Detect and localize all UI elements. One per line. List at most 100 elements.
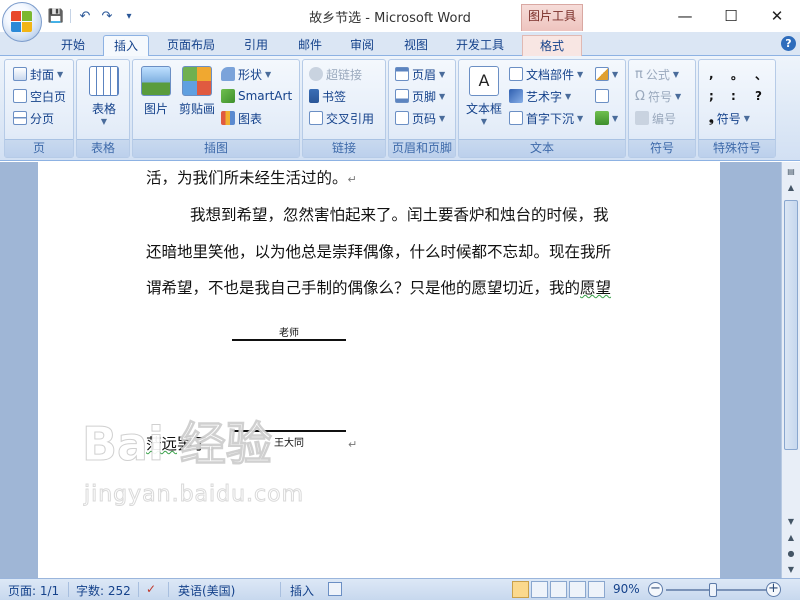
zoom-slider-thumb[interactable] [708,583,717,597]
cover-page-button[interactable]: 封面 ▼ [13,64,63,84]
symbol-button[interactable]: Ω 符号 ▼ [635,86,681,106]
special-symbol-comma[interactable]: , [709,64,714,84]
proofing-icon[interactable]: ✓ [146,582,156,596]
group-tables-label: 表格 [77,139,129,157]
textbox-button[interactable]: A 文本框 ▼ [463,66,505,126]
full-screen-reading-view-button[interactable] [531,581,548,598]
print-layout-view-button[interactable] [512,581,529,598]
zoom-slider-track[interactable] [666,589,770,591]
paragraph-mark-last: ↵ [348,438,358,451]
smartart-button[interactable]: SmartArt [221,86,292,106]
help-icon[interactable]: ? [781,36,796,51]
chart-button[interactable]: 图表 [221,108,262,128]
office-button[interactable] [2,2,42,42]
zoom-in-icon[interactable]: + [766,582,781,597]
page-number-button[interactable]: 页码 ▼ [395,108,445,128]
group-text: A 文本框 ▼ 文档部件 ▼ 艺术字 ▼ 首字下沉 ▼ ▼ ▼ 文本 [458,59,626,158]
insert-mode-status[interactable]: 插入 [290,582,314,599]
last-line-text: 罢了。 [177,435,224,453]
previous-page-icon[interactable]: ▲ [783,530,799,545]
scrollbar-thumb[interactable] [784,200,798,450]
special-symbol-colon[interactable]: : [731,86,736,106]
tab-view[interactable]: 视图 [394,35,438,56]
undo-icon[interactable]: ↶ [77,8,93,24]
omega-icon: Ω [635,88,645,104]
fill-in-label-teacher: 老师 [279,328,299,339]
blank-page-button[interactable]: 空白页 [13,86,66,106]
hyperlink-button[interactable]: 超链接 [309,64,362,84]
smartart-icon [221,89,235,103]
picture-icon [141,66,171,96]
text-line-1: 我想到希望，忽然害怕起来了。闰土要香炉和烛台的时候，我 [190,206,609,224]
special-symbol-period[interactable]: 。 [731,64,743,84]
wordart-button[interactable]: 艺术字 ▼ [509,86,571,106]
group-special-symbols: , 。 、 ; : ? ❟ 符号 ▼ 特殊符号 [698,59,776,158]
page-number-label: 页码 [412,111,437,126]
page-break-button[interactable]: 分页 [13,108,54,128]
close-button[interactable]: ✕ [754,4,800,28]
document-page[interactable]: 活，为我们所未经生活过的。↵ 我想到希望，忽然害怕起来了。闰土要香炉和烛台的时候… [38,162,720,578]
tab-page-layout[interactable]: 页面布局 [158,35,224,56]
zoom-level[interactable]: 90% [613,582,640,596]
vertical-scrollbar[interactable]: ▤ ▲ ▼ ▲ ● ▼ [781,162,800,578]
text-line-2: 还暗地里笑他，以为他总是崇拜偶像，什么时候都不忘却。现在我所 [146,243,612,261]
customize-qat-icon[interactable]: ▾ [121,8,137,24]
bookmark-button[interactable]: 书签 [309,86,346,106]
equation-button[interactable]: π 公式 ▼ [635,64,679,84]
clipart-button[interactable]: 剪贴画 [177,66,217,117]
paragraph-mark: ↵ [347,173,357,186]
line3-text: 谓希望，不也是我自己手制的偶像么？只是他的愿望切近，我的 [146,279,581,297]
tab-format[interactable]: 格式 [522,35,582,56]
tab-home[interactable]: 开始 [50,35,96,56]
select-browse-object-icon[interactable]: ● [783,546,799,561]
web-layout-view-button[interactable] [550,581,567,598]
date-time-button[interactable] [595,86,609,106]
drop-cap-button[interactable]: 首字下沉 ▼ [509,108,583,128]
maximize-button[interactable]: ☐ [708,4,754,28]
special-symbol-enumeration-comma[interactable]: 、 [755,64,767,84]
hyperlink-label: 超链接 [326,67,363,82]
picture-button[interactable]: 图片 [139,66,173,117]
ruler-toggle-icon[interactable]: ▤ [783,164,799,179]
redo-icon[interactable]: ↷ [99,8,115,24]
scroll-down-icon[interactable]: ▼ [783,514,799,529]
page-count-status[interactable]: 页面: 1/1 [8,582,59,599]
table-button[interactable]: 表格 ▼ [86,66,122,126]
tab-references[interactable]: 引用 [234,35,278,56]
footer-icon [395,89,409,103]
insert-object-button[interactable]: ▼ [595,108,618,128]
language-status[interactable]: 英语(美国) [178,582,235,599]
cross-reference-button[interactable]: 交叉引用 [309,108,374,128]
macro-record-icon[interactable] [328,582,342,596]
tab-insert[interactable]: 插入 [103,35,149,57]
word-count-status[interactable]: 字数: 252 [76,582,131,599]
header-button[interactable]: 页眉 ▼ [395,64,445,84]
numbering-button[interactable]: 编号 [635,108,676,128]
footer-button[interactable]: 页脚 ▼ [395,86,445,106]
outline-view-button[interactable] [569,581,586,598]
group-links: 超链接 书签 交叉引用 链接 [302,59,386,158]
group-header-footer-label: 页眉和页脚 [389,139,455,157]
footer-label: 页脚 [412,89,437,104]
drop-cap-label: 首字下沉 [526,111,575,126]
equation-label: 公式 [645,67,670,82]
zoom-out-icon[interactable]: − [648,582,663,597]
hyperlink-icon [309,67,323,81]
special-symbol-semicolon[interactable]: ; [709,86,714,106]
shapes-button[interactable]: 形状 ▼ [221,64,271,84]
scroll-up-icon[interactable]: ▲ [783,180,799,195]
special-symbol-more-button[interactable]: ❟ 符号 ▼ [709,108,750,128]
tab-review[interactable]: 审阅 [340,35,384,56]
fill-in-line-2[interactable] [232,430,346,432]
tab-developer[interactable]: 开发工具 [446,35,514,56]
group-illustrations: 图片 剪贴画 形状 ▼ SmartArt 图表 插图 [132,59,300,158]
save-icon[interactable]: 💾 [48,8,64,24]
signature-line-button[interactable]: ▼ [595,64,618,84]
minimize-button[interactable]: — [662,4,708,28]
next-page-icon[interactable]: ▼ [783,562,799,577]
special-symbol-question[interactable]: ? [755,86,762,106]
quick-parts-button[interactable]: 文档部件 ▼ [509,64,583,84]
tab-mailings[interactable]: 邮件 [288,35,332,56]
draft-view-button[interactable] [588,581,605,598]
fill-in-line-1[interactable] [232,339,346,341]
